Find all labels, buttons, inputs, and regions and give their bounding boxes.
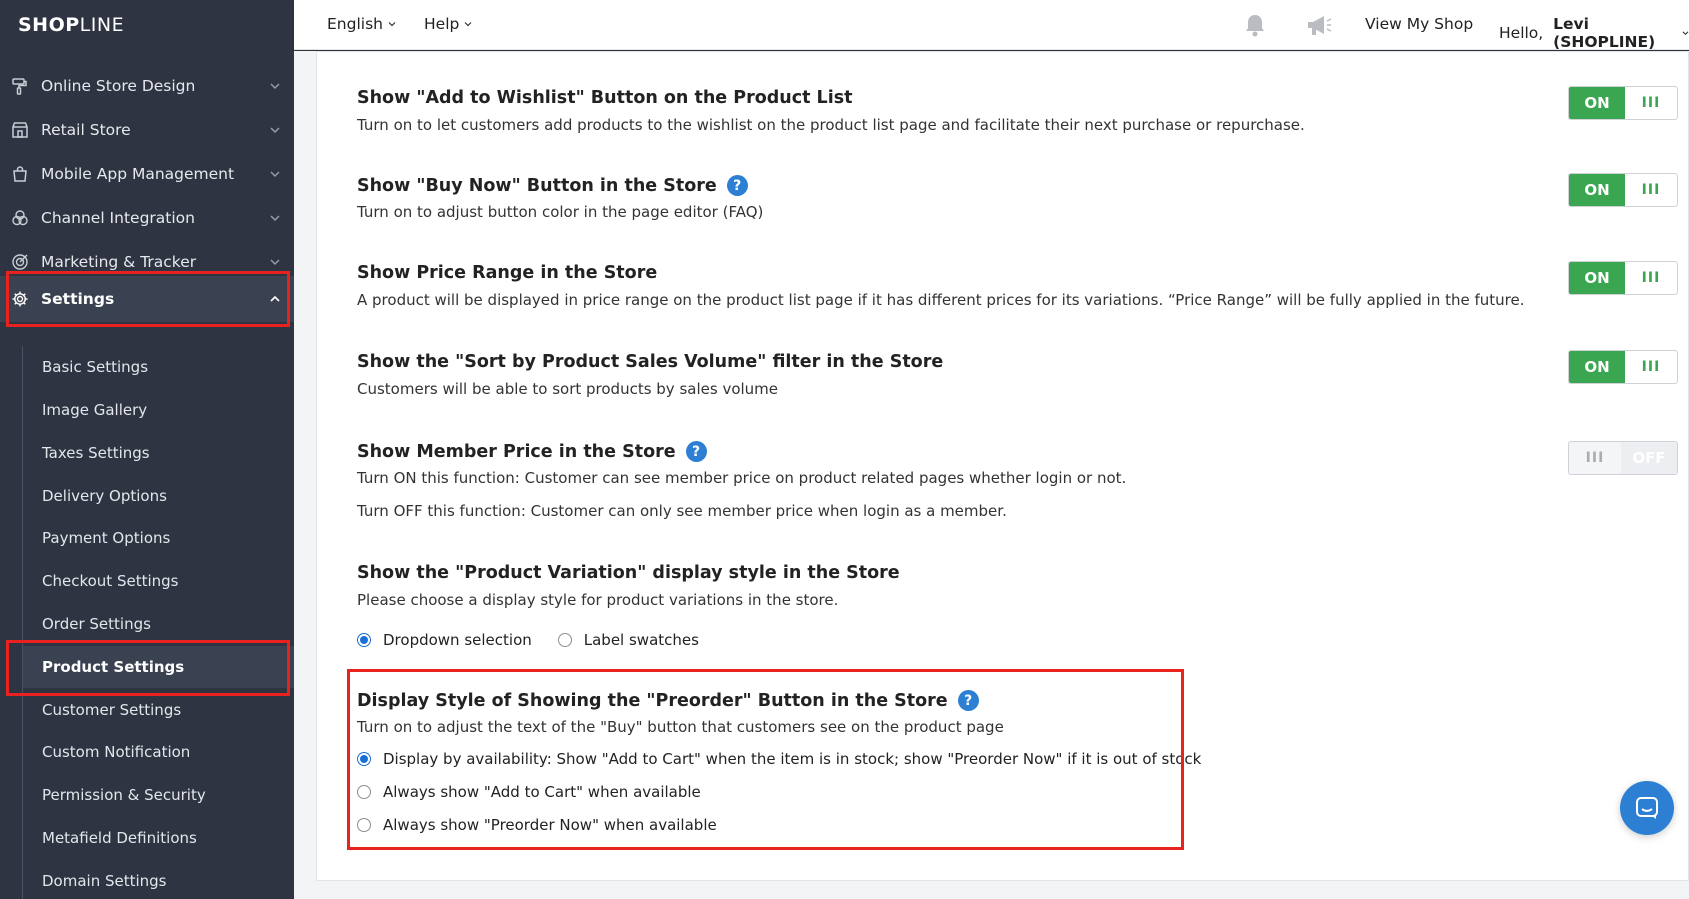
help-icon[interactable]: ? (685, 441, 707, 462)
sidebar-item-label: Marketing & Tracker (41, 253, 197, 271)
setting-desc: Customers will be able to sort products … (357, 380, 779, 398)
chevron-down-icon (270, 171, 280, 177)
language-dropdown[interactable]: English (327, 15, 396, 33)
highlight-box-preorder (347, 669, 1184, 850)
setting-desc: Please choose a display style for produc… (357, 591, 839, 609)
user-menu[interactable]: Hello, Levi (SHOPLINE) (1499, 15, 1689, 51)
setting-title: Show Member Price in the Store? (357, 441, 707, 462)
sidebar-subitem-custom-notification[interactable]: Custom Notification (23, 731, 294, 773)
paint-roller-icon (10, 76, 30, 96)
view-my-shop-link[interactable]: View My Shop (1365, 15, 1473, 33)
toggle-grip-icon: III (1585, 450, 1605, 466)
sidebar-subitem-image-gallery[interactable]: Image Gallery (23, 389, 294, 431)
sidebar-item-label: Channel Integration (41, 209, 195, 227)
chevron-down-icon (270, 83, 280, 89)
sidebar-item-channel-integration[interactable]: Channel Integration (0, 195, 294, 241)
sidebar-item-label: Mobile App Management (41, 165, 235, 183)
price-range-toggle[interactable]: ON III (1568, 261, 1678, 295)
member-price-toggle[interactable]: III OFF (1568, 441, 1678, 475)
help-icon[interactable]: ? (726, 175, 748, 196)
buy-now-toggle[interactable]: ON III (1568, 173, 1678, 207)
toggle-grip-icon: III (1641, 359, 1661, 375)
toggle-grip-icon: III (1641, 95, 1661, 111)
radio-icon[interactable] (557, 633, 572, 647)
setting-desc: Turn ON this function: Customer can see … (357, 469, 1127, 487)
setting-desc-2: Turn OFF this function: Customer can onl… (357, 502, 1007, 520)
highlight-box-settings (6, 271, 290, 327)
variation-option-label-swatches[interactable]: Label swatches (557, 631, 699, 649)
sidebar-subitem-delivery-options[interactable]: Delivery Options (23, 475, 294, 517)
sidebar: SHOPLINE Online Store Design Retail Stor… (0, 0, 294, 899)
sidebar-subitem-metafield-definitions[interactable]: Metafield Definitions (23, 817, 294, 859)
chevron-down-icon (270, 215, 280, 221)
storefront-icon (10, 120, 30, 140)
sidebar-subitem-permission-security[interactable]: Permission & Security (23, 774, 294, 816)
main-content: Show "Add to Wishlist" Button on the Pro… (294, 51, 1689, 899)
chevron-down-icon (388, 22, 396, 27)
sidebar-subitem-basic-settings[interactable]: Basic Settings (23, 346, 294, 388)
setting-title: Show "Add to Wishlist" Button on the Pro… (357, 88, 853, 108)
radio-checked-icon[interactable] (357, 633, 371, 647)
sidebar-item-label: Retail Store (41, 121, 131, 139)
product-settings-card: Show "Add to Wishlist" Button on the Pro… (316, 51, 1689, 881)
sidebar-subitem-domain-settings[interactable]: Domain Settings (23, 860, 294, 899)
chat-launcher-icon[interactable] (1620, 781, 1674, 835)
setting-title: Show the "Product Variation" display sty… (357, 563, 900, 583)
sales-volume-toggle[interactable]: ON III (1568, 350, 1678, 384)
setting-desc: Turn on to let customers add products to… (357, 116, 1305, 134)
top-bar: English Help View My Shop Hello, Levi (S… (294, 0, 1689, 51)
sidebar-item-retail-store[interactable]: Retail Store (0, 107, 294, 153)
wishlist-toggle[interactable]: ON III (1568, 86, 1678, 120)
sidebar-subitem-checkout-settings[interactable]: Checkout Settings (23, 560, 294, 602)
setting-title: Show the "Sort by Product Sales Volume" … (357, 352, 944, 372)
target-icon (10, 252, 30, 272)
sidebar-item-online-store-design[interactable]: Online Store Design (0, 63, 294, 109)
help-dropdown[interactable]: Help (424, 15, 472, 33)
sidebar-item-label: Online Store Design (41, 77, 196, 95)
circles-icon (10, 208, 30, 228)
sidebar-subitem-customer-settings[interactable]: Customer Settings (23, 689, 294, 731)
megaphone-icon[interactable] (1304, 11, 1332, 39)
sidebar-subitem-order-settings[interactable]: Order Settings (23, 603, 294, 645)
sidebar-subitem-taxes-settings[interactable]: Taxes Settings (23, 432, 294, 474)
chevron-down-icon (270, 127, 280, 133)
chevron-down-icon (270, 259, 280, 265)
bell-icon[interactable] (1241, 11, 1269, 39)
variation-option-dropdown[interactable]: Dropdown selection Label swatches (357, 631, 699, 649)
sidebar-item-mobile-app-management[interactable]: Mobile App Management (0, 151, 294, 197)
highlight-box-product-settings (6, 640, 290, 696)
chevron-down-icon (1682, 31, 1689, 36)
shopline-logo[interactable]: SHOPLINE (18, 14, 124, 36)
chevron-down-icon (464, 22, 472, 27)
setting-title: Show "Buy Now" Button in the Store? (357, 175, 748, 196)
setting-title: Show Price Range in the Store (357, 263, 658, 283)
shopping-bag-icon (10, 164, 30, 184)
sidebar-subitem-payment-options[interactable]: Payment Options (23, 517, 294, 559)
setting-desc: A product will be displayed in price ran… (357, 291, 1525, 309)
toggle-grip-icon: III (1641, 182, 1661, 198)
setting-desc: Turn on to adjust button color in the pa… (357, 203, 764, 221)
toggle-grip-icon: III (1641, 270, 1661, 286)
